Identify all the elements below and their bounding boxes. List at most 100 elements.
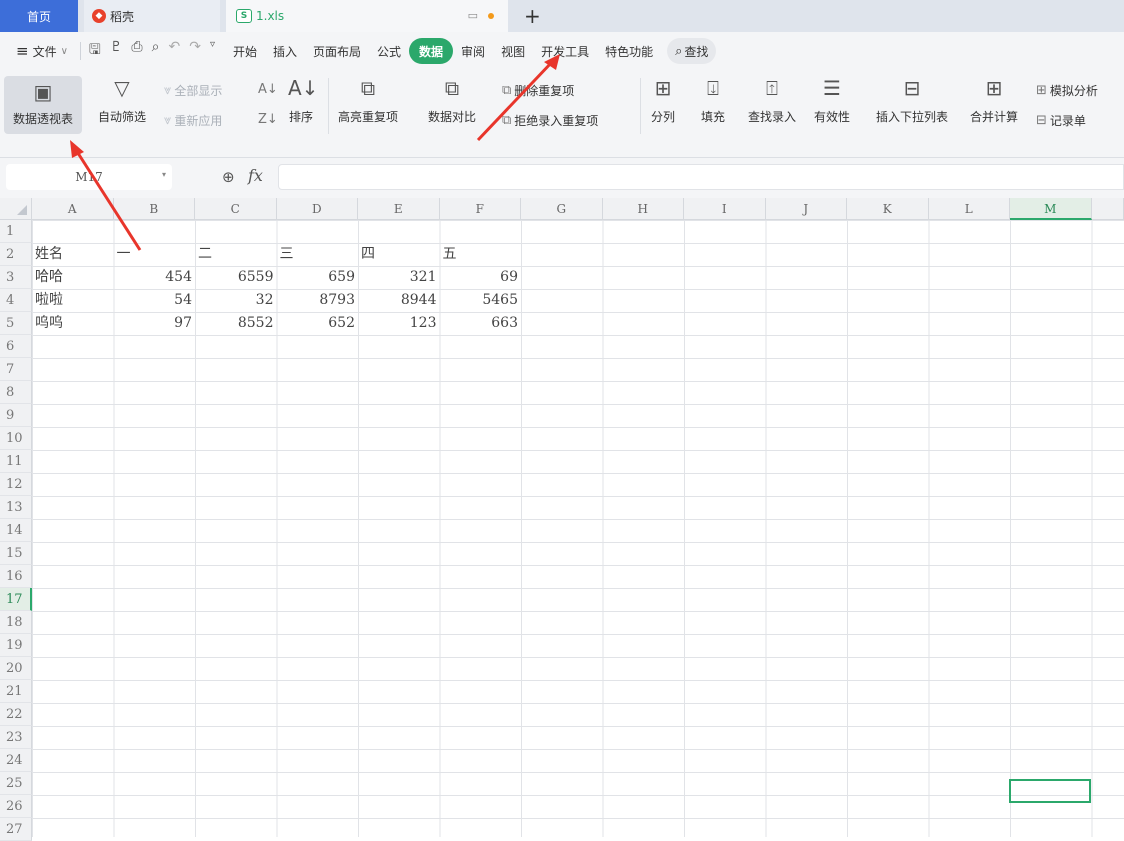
print-preview-icon[interactable]: ⌕: [152, 39, 160, 63]
row-header-14[interactable]: 14: [0, 519, 32, 542]
column-header-L[interactable]: L: [929, 198, 1011, 220]
column-header-K[interactable]: K: [847, 198, 929, 220]
row-header-2[interactable]: 2: [0, 243, 32, 266]
row-header-1[interactable]: 1: [0, 220, 32, 243]
cell-B4[interactable]: 54: [114, 289, 196, 312]
row-header-13[interactable]: 13: [0, 496, 32, 519]
pivot-table-button[interactable]: ▣ 数据透视表: [4, 76, 82, 134]
tab-home[interactable]: 首页: [0, 0, 78, 32]
menu-item-insert[interactable]: 插入: [265, 38, 305, 64]
column-header-B[interactable]: B: [114, 198, 196, 220]
cell-A3[interactable]: 哈哈: [32, 266, 114, 289]
cell-E5[interactable]: 123: [358, 312, 440, 335]
row-header-11[interactable]: 11: [0, 450, 32, 473]
row-header-23[interactable]: 23: [0, 726, 32, 749]
record-form-button[interactable]: ⊟ 记录单: [1036, 112, 1086, 129]
format-painter-icon[interactable]: ♇: [110, 39, 123, 63]
autofilter-button[interactable]: ▽ 自动筛选: [98, 76, 146, 125]
formula-input[interactable]: [278, 164, 1124, 190]
reapply-button[interactable]: ⩔ 重新应用: [164, 112, 222, 129]
row-header-18[interactable]: 18: [0, 611, 32, 634]
menu-item-view[interactable]: 视图: [493, 38, 533, 64]
column-header-G[interactable]: G: [521, 198, 603, 220]
cell-C4[interactable]: 32: [195, 289, 277, 312]
cell-A2[interactable]: 姓名: [32, 243, 114, 266]
chevron-down-icon[interactable]: ▾: [162, 170, 166, 179]
highlight-duplicates-button[interactable]: ⧉ 高亮重复项: [338, 76, 398, 125]
file-menu[interactable]: ≡ 文件 ∨: [8, 38, 76, 64]
column-header-A[interactable]: A: [32, 198, 114, 220]
cell-F2[interactable]: 五: [440, 243, 522, 266]
row-header-5[interactable]: 5: [0, 312, 32, 335]
cell-D5[interactable]: 652: [277, 312, 359, 335]
menu-item-page-layout[interactable]: 页面布局: [305, 38, 369, 64]
save-icon[interactable]: 🖫: [89, 39, 101, 63]
row-header-6[interactable]: 6: [0, 335, 32, 358]
customize-icon[interactable]: ▿: [210, 39, 215, 63]
cell-F5[interactable]: 663: [440, 312, 522, 335]
cell-area[interactable]: 姓名一二三四五哈哈454655965932169啦啦54328793894454…: [32, 220, 1124, 837]
row-header-26[interactable]: 26: [0, 795, 32, 818]
row-header-15[interactable]: 15: [0, 542, 32, 565]
row-header-9[interactable]: 9: [0, 404, 32, 427]
insert-dropdown-button[interactable]: ⊟ 插入下拉列表: [876, 76, 948, 125]
name-box[interactable]: M17 ▾: [6, 164, 172, 190]
cell-E3[interactable]: 321: [358, 266, 440, 289]
redo-icon[interactable]: ↷: [189, 39, 201, 63]
row-header-22[interactable]: 22: [0, 703, 32, 726]
cell-C3[interactable]: 6559: [195, 266, 277, 289]
menu-item-special[interactable]: 特色功能: [597, 38, 661, 64]
row-header-25[interactable]: 25: [0, 772, 32, 795]
cell-B2[interactable]: 一: [114, 243, 196, 266]
sort-asc-button[interactable]: A↓: [258, 82, 278, 97]
whatif-button[interactable]: ⊞ 模拟分析: [1036, 82, 1098, 99]
column-header-J[interactable]: J: [766, 198, 848, 220]
cell-D2[interactable]: 三: [277, 243, 359, 266]
undo-icon[interactable]: ↶: [168, 39, 180, 63]
validity-button[interactable]: ☰ 有效性: [814, 76, 850, 125]
cell-C5[interactable]: 8552: [195, 312, 277, 335]
row-header-10[interactable]: 10: [0, 427, 32, 450]
print-icon[interactable]: ⎙: [131, 39, 142, 63]
cell-D3[interactable]: 659: [277, 266, 359, 289]
cell-A5[interactable]: 呜呜: [32, 312, 114, 335]
column-header-F[interactable]: F: [440, 198, 522, 220]
pin-icon[interactable]: ▭: [468, 9, 478, 22]
delete-duplicates-button[interactable]: ⧉ 删除重复项: [502, 82, 574, 99]
row-header-16[interactable]: 16: [0, 565, 32, 588]
row-header-17[interactable]: 17: [0, 588, 32, 611]
row-header-7[interactable]: 7: [0, 358, 32, 381]
sort-desc-button[interactable]: Z↓: [258, 112, 278, 127]
tab-daoke[interactable]: ◆ 稻壳: [84, 0, 220, 32]
menu-item-start[interactable]: 开始: [225, 38, 265, 64]
cell-F3[interactable]: 69: [440, 266, 522, 289]
active-cell-M17[interactable]: [1009, 779, 1091, 803]
cell-F4[interactable]: 5465: [440, 289, 522, 312]
consolidate-button[interactable]: ⊞ 合并计算: [970, 76, 1018, 125]
zoom-icon[interactable]: ⊕: [222, 168, 235, 186]
data-compare-button[interactable]: ⧉ 数据对比: [428, 76, 476, 125]
show-all-button[interactable]: ⩔ 全部显示: [164, 82, 222, 99]
row-header-27[interactable]: 27: [0, 818, 32, 841]
tab-file[interactable]: S 1.xls ▭: [226, 0, 508, 32]
column-header-H[interactable]: H: [603, 198, 685, 220]
lookup-entry-button[interactable]: ⍐ 查找录入: [748, 76, 796, 125]
cell-E2[interactable]: 四: [358, 243, 440, 266]
row-header-3[interactable]: 3: [0, 266, 32, 289]
column-header-C[interactable]: C: [195, 198, 277, 220]
search-button[interactable]: ⌕ 查找: [667, 38, 716, 64]
cell-A4[interactable]: 啦啦: [32, 289, 114, 312]
fill-button[interactable]: ⍗ 填充: [700, 76, 726, 125]
row-header-4[interactable]: 4: [0, 289, 32, 312]
cell-C2[interactable]: 二: [195, 243, 277, 266]
cell-D4[interactable]: 8793: [277, 289, 359, 312]
select-all-corner[interactable]: [0, 198, 32, 220]
new-tab-button[interactable]: +: [524, 4, 541, 28]
reject-duplicates-button[interactable]: ⧉ 拒绝录入重复项: [502, 112, 598, 129]
menu-item-developer[interactable]: 开发工具: [533, 38, 597, 64]
row-header-20[interactable]: 20: [0, 657, 32, 680]
row-header-12[interactable]: 12: [0, 473, 32, 496]
row-header-19[interactable]: 19: [0, 634, 32, 657]
cell-B3[interactable]: 454: [114, 266, 196, 289]
column-header-I[interactable]: I: [684, 198, 766, 220]
